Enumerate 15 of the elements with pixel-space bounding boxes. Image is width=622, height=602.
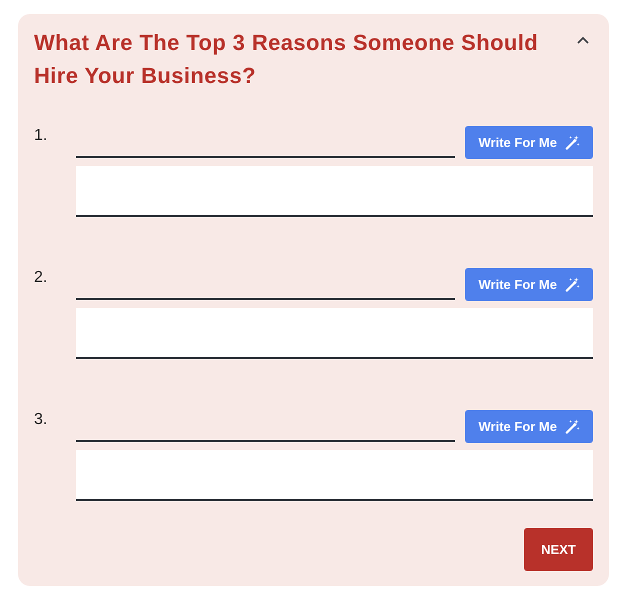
reason-number: 2. <box>34 268 48 288</box>
magic-wand-icon <box>565 135 580 150</box>
write-for-me-button[interactable]: Write For Me <box>464 268 593 301</box>
magic-wand-icon <box>565 419 580 434</box>
write-for-me-button[interactable]: Write For Me <box>464 410 593 443</box>
chevron-up-icon[interactable] <box>577 36 589 44</box>
next-button[interactable]: NEXT <box>524 528 593 571</box>
answer-box[interactable] <box>76 308 593 359</box>
answer-box[interactable] <box>76 450 593 501</box>
magic-wand-icon <box>565 277 580 292</box>
answer-box[interactable] <box>76 166 593 217</box>
reason-number: 3. <box>34 410 48 430</box>
write-for-me-button[interactable]: Write For Me <box>464 126 593 159</box>
reason-number: 1. <box>34 126 48 146</box>
question-title: What Are The Top 3 Reasons Someone Should Hire Your Business? <box>34 29 540 90</box>
